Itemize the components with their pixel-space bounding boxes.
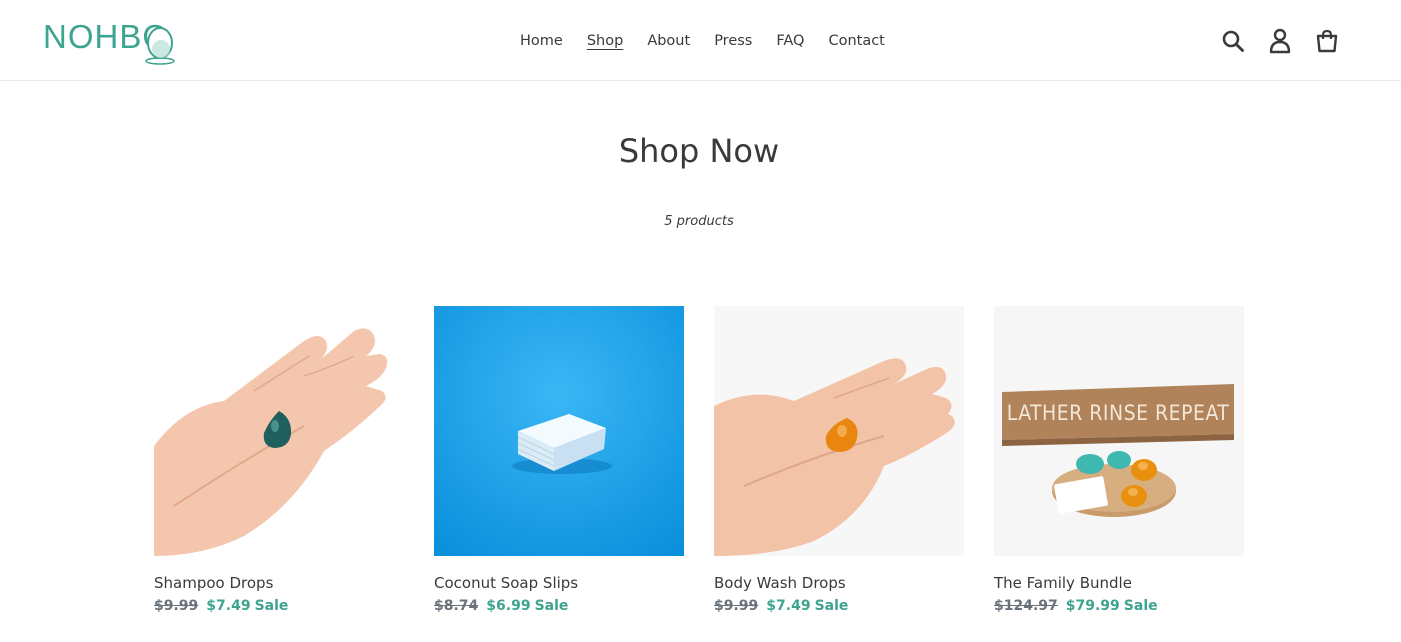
- product-price: $124.97 $79.99 Sale: [994, 597, 1244, 615]
- product-card[interactable]: Body Wash Drops $9.99 $7.49 Sale: [714, 306, 964, 615]
- logo-egg-icon: [145, 27, 175, 65]
- regular-price: $124.97: [994, 598, 1058, 614]
- cart-button[interactable]: [1312, 26, 1342, 56]
- account-button[interactable]: [1265, 26, 1295, 56]
- product-title[interactable]: Shampoo Drops: [154, 574, 404, 592]
- regular-price: $9.99: [714, 598, 759, 614]
- bundle-image: LATHER RINSE REPEAT: [994, 306, 1244, 556]
- product-image[interactable]: [714, 306, 964, 556]
- search-icon: [1222, 30, 1244, 52]
- main-nav: Home Shop About Press FAQ Contact: [508, 28, 897, 54]
- nav-about[interactable]: About: [647, 28, 690, 54]
- nav-home[interactable]: Home: [520, 28, 563, 54]
- brand-logo[interactable]: NOHBO: [43, 17, 175, 65]
- sale-price: $6.99: [486, 598, 531, 614]
- nav-faq[interactable]: FAQ: [776, 28, 804, 54]
- search-button[interactable]: [1218, 26, 1248, 56]
- site-header: NOHBO Home Shop About Press FAQ Contact: [0, 0, 1401, 81]
- product-image[interactable]: [434, 306, 684, 556]
- regular-price: $9.99: [154, 598, 199, 614]
- regular-price: $8.74: [434, 598, 479, 614]
- nav-press[interactable]: Press: [714, 28, 752, 54]
- sale-badge: Sale: [1123, 598, 1158, 614]
- product-card[interactable]: Shampoo Drops $9.99 $7.49 Sale: [154, 306, 404, 615]
- product-image[interactable]: [154, 306, 404, 556]
- header-actions: [1218, 26, 1359, 56]
- hand-with-drop-image: [154, 306, 404, 556]
- sale-price: $7.49: [206, 598, 251, 614]
- cart-icon: [1316, 29, 1338, 53]
- account-icon: [1269, 28, 1291, 54]
- product-title[interactable]: The Family Bundle: [994, 574, 1244, 592]
- product-price: $9.99 $7.49 Sale: [714, 597, 964, 615]
- product-card[interactable]: LATHER RINSE REPEAT The Family Bundle $1…: [994, 306, 1244, 615]
- page-title: Shop Now: [618, 132, 780, 170]
- product-title[interactable]: Body Wash Drops: [714, 574, 964, 592]
- nav-contact[interactable]: Contact: [828, 28, 884, 54]
- sale-badge: Sale: [254, 598, 289, 614]
- hand-with-drop-image: [714, 306, 964, 556]
- product-title[interactable]: Coconut Soap Slips: [434, 574, 684, 592]
- sale-price: $79.99: [1065, 598, 1120, 614]
- sale-badge: Sale: [534, 598, 569, 614]
- sale-badge: Sale: [814, 598, 849, 614]
- soap-slips-image: [434, 306, 684, 556]
- sign-text: LATHER RINSE REPEAT: [1007, 401, 1230, 425]
- nav-shop[interactable]: Shop: [587, 28, 623, 54]
- sale-price: $7.49: [766, 598, 811, 614]
- product-count: 5 products: [664, 214, 734, 229]
- product-image[interactable]: LATHER RINSE REPEAT: [994, 306, 1244, 556]
- product-price: $8.74 $6.99 Sale: [434, 597, 684, 615]
- product-price: $9.99 $7.49 Sale: [154, 597, 404, 615]
- product-card[interactable]: Coconut Soap Slips $8.74 $6.99 Sale: [434, 306, 684, 615]
